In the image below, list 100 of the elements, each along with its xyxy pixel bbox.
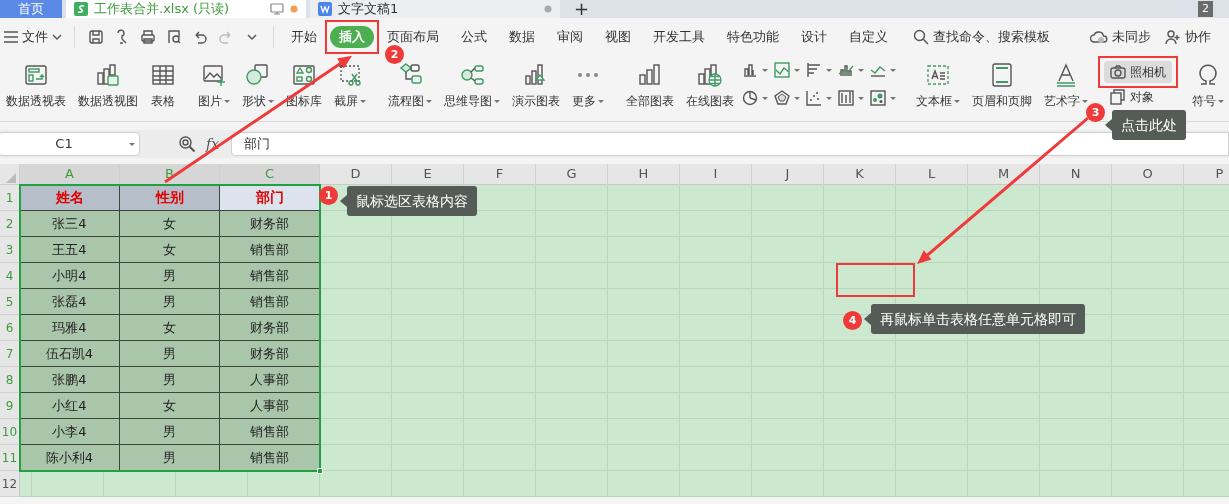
column-header[interactable]: L	[896, 164, 968, 185]
step-tooltip: 鼠标选区表格内容	[340, 186, 477, 216]
caret-icon	[762, 96, 768, 100]
ribbon-button[interactable]: 演示图表	[506, 58, 566, 110]
image-icon	[201, 62, 227, 88]
caret-icon	[794, 96, 800, 100]
pointer-tip-icon	[340, 195, 347, 207]
table-cell: 陈小利4	[20, 445, 120, 471]
combo-chart-icon[interactable]	[838, 62, 854, 78]
column-header[interactable]: K	[824, 164, 896, 185]
column-header[interactable]: E	[392, 164, 464, 185]
column-header[interactable]: P	[1184, 164, 1229, 185]
ribbon-button[interactable]: 符号	[1186, 58, 1229, 110]
document-tab[interactable]: 工作表合并.xlsx (只读)	[66, 0, 306, 18]
pivot-chart-icon	[95, 62, 121, 88]
menu-tab[interactable]: 特色功能	[718, 26, 788, 48]
menu-tab[interactable]: 审阅	[548, 26, 592, 48]
mind-map-icon	[459, 62, 485, 88]
file-menu[interactable]: 文件	[0, 25, 66, 49]
row-header[interactable]: 12	[0, 471, 20, 497]
table-cell: 销售部	[220, 289, 320, 315]
table-cell: 男	[120, 289, 220, 315]
table-cell: 女	[120, 211, 220, 237]
table-cell: 女	[120, 237, 220, 263]
fill-handle[interactable]	[317, 468, 323, 474]
column-header[interactable]: D	[320, 164, 392, 185]
print-icon[interactable]	[140, 29, 156, 45]
print-preview-icon[interactable]	[166, 29, 182, 45]
search-icon	[913, 29, 929, 45]
menu-tab[interactable]: 公式	[452, 26, 496, 48]
bar-chart-icon[interactable]	[806, 62, 822, 78]
status-dot	[544, 5, 552, 13]
menu-tab[interactable]: 视图	[596, 26, 640, 48]
area-chart-icon[interactable]	[774, 62, 790, 78]
column-header[interactable]: H	[608, 164, 680, 185]
ribbon-button[interactable]: 对象	[1104, 86, 1172, 108]
search-button[interactable]: 查找命令、搜索模板	[909, 25, 1054, 49]
caret-icon	[858, 68, 864, 72]
table-cell: 张三4	[20, 211, 120, 237]
chevron-down-icon	[52, 34, 62, 40]
header-footer-icon	[989, 62, 1015, 88]
menu-tab[interactable]: 设计	[792, 26, 836, 48]
column-header[interactable]: G	[536, 164, 608, 185]
document-icon	[318, 2, 332, 16]
highlight-frame	[325, 20, 379, 54]
sync-button[interactable]: 未同步	[1086, 25, 1155, 49]
menu-tab[interactable]: 自定义	[840, 26, 897, 48]
column-header[interactable]: M	[968, 164, 1040, 185]
step-tooltip: 点击此处	[1105, 110, 1186, 140]
name-box[interactable]: C1	[0, 132, 140, 156]
column-header[interactable]: O	[1112, 164, 1184, 185]
menu-tab[interactable]: 开发工具	[644, 26, 714, 48]
caret-icon	[890, 68, 896, 72]
ribbon-button[interactable]: 更多	[566, 58, 610, 110]
radar-chart-icon[interactable]	[774, 90, 790, 106]
table-cell: 销售部	[220, 445, 320, 471]
menu-tab[interactable]: 开始	[282, 26, 326, 48]
formula-input[interactable]: 部门	[231, 132, 1229, 156]
bubble-chart-icon[interactable]	[870, 90, 886, 106]
document-tab[interactable]: 文字文稿1	[310, 0, 560, 18]
column-chart-icon	[637, 62, 663, 88]
text-box-icon	[925, 62, 951, 88]
more-icon	[577, 72, 599, 78]
insert-function-button[interactable]: fx	[202, 131, 224, 157]
column-header[interactable]: J	[752, 164, 824, 185]
zoom-icon[interactable]	[178, 135, 196, 153]
table-cell: 男	[120, 367, 220, 393]
ribbon-button[interactable]: 照相机	[1104, 61, 1172, 83]
table-cell: 男	[120, 263, 220, 289]
scatter-chart-icon[interactable]	[806, 90, 822, 106]
ribbon-button[interactable]: 形状	[236, 58, 280, 110]
table-cell: 张磊4	[20, 289, 120, 315]
stock-chart-icon[interactable]	[838, 90, 854, 106]
table-cell: 人事部	[220, 393, 320, 419]
column-header[interactable]: I	[680, 164, 752, 185]
column-header[interactable]: F	[464, 164, 536, 185]
column-title: 姓名	[20, 185, 120, 211]
ribbon-button[interactable]: 页眉和页脚	[966, 58, 1038, 110]
new-tab-button[interactable]: +	[564, 0, 600, 18]
pie-chart-icon[interactable]	[742, 90, 758, 106]
table-cell: 男	[120, 419, 220, 445]
ribbon-button[interactable]: 数据透视表	[0, 58, 72, 110]
menu-tab[interactable]: 数据	[500, 26, 544, 48]
share-button[interactable]: 协作	[1161, 25, 1215, 49]
ribbon-button[interactable]: 截屏	[328, 58, 372, 110]
icon-library-icon	[291, 62, 317, 88]
save-icon[interactable]	[88, 29, 104, 45]
ribbon-button[interactable]: 表格	[144, 58, 182, 110]
table-cell: 小红4	[20, 393, 120, 419]
column-header[interactable]: N	[1040, 164, 1112, 185]
table-cell: 王五4	[20, 237, 120, 263]
ribbon-button[interactable]: 数据透视图	[72, 58, 144, 110]
ribbon-button[interactable]: 思维导图	[438, 58, 506, 110]
ribbon-button[interactable]: 在线图表	[680, 58, 740, 110]
ribbon-button[interactable]: 文本框	[910, 58, 966, 110]
ribbon-button[interactable]: 图片	[192, 58, 236, 110]
caret-icon	[858, 96, 864, 100]
ribbon-button[interactable]: 全部图表	[620, 58, 680, 110]
column-chart-icon[interactable]	[742, 62, 758, 78]
caret-icon	[826, 68, 832, 72]
